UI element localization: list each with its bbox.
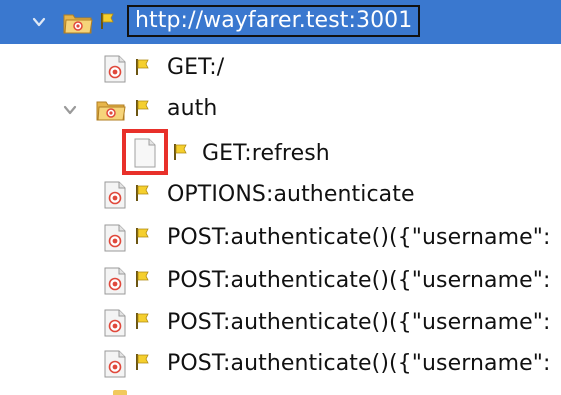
folder-icon	[63, 14, 93, 34]
tree-node-root[interactable]: http://wayfarer.test:3001	[0, 0, 561, 44]
request-icon	[104, 267, 126, 295]
flag-icon	[136, 100, 149, 116]
tree-node-request[interactable]: POST:authenticate()({"username":	[0, 301, 561, 343]
tree-node-request[interactable]: POST:authenticate()({"username":	[0, 259, 561, 301]
tree-node-label: POST:authenticate()({"username":	[167, 310, 551, 335]
request-icon	[104, 55, 126, 83]
chevron-down-icon[interactable]	[32, 15, 46, 29]
tree-node-label: POST:authenticate()({"username":	[167, 268, 551, 293]
folder-icon	[113, 390, 127, 395]
tree-node-label: GET:refresh	[202, 141, 330, 166]
flag-icon	[136, 59, 149, 75]
flag-icon	[136, 271, 149, 287]
request-icon	[104, 181, 126, 209]
request-icon	[104, 350, 126, 378]
tree-node-request[interactable]: POST:authenticate()({"username":	[0, 216, 561, 258]
folder-icon	[96, 101, 126, 121]
flag-icon	[136, 313, 149, 329]
tree-node-request[interactable]: OPTIONS:authenticate	[0, 173, 561, 215]
blank-document-icon	[134, 138, 156, 168]
tree-node-label: GET:/	[167, 55, 225, 80]
flag-icon	[174, 144, 187, 160]
tree-node-label: POST:authenticate()({"username":	[167, 225, 551, 250]
chevron-down-icon[interactable]	[63, 103, 77, 117]
tree-node-label: http://wayfarer.test:3001	[127, 5, 421, 37]
request-icon	[104, 309, 126, 337]
tree-node-label: OPTIONS:authenticate	[167, 182, 415, 207]
tree-node-request[interactable]: GET:/	[0, 46, 561, 88]
flag-icon	[136, 185, 149, 201]
flag-icon	[101, 13, 114, 29]
tree-node-label: POST:authenticate()({"username":	[167, 351, 551, 376]
tree-node-label: auth	[167, 96, 218, 121]
flag-icon	[136, 228, 149, 244]
tree-node-request[interactable]: POST:authenticate()({"username":	[0, 342, 561, 384]
request-icon	[104, 224, 126, 252]
tree-node-request[interactable]: GET:refresh	[0, 131, 561, 173]
sites-tree: http://wayfarer.test:3001 GET:/ auth GET…	[0, 0, 561, 395]
tree-node-folder-auth[interactable]: auth	[0, 88, 561, 130]
flag-icon	[136, 354, 149, 370]
